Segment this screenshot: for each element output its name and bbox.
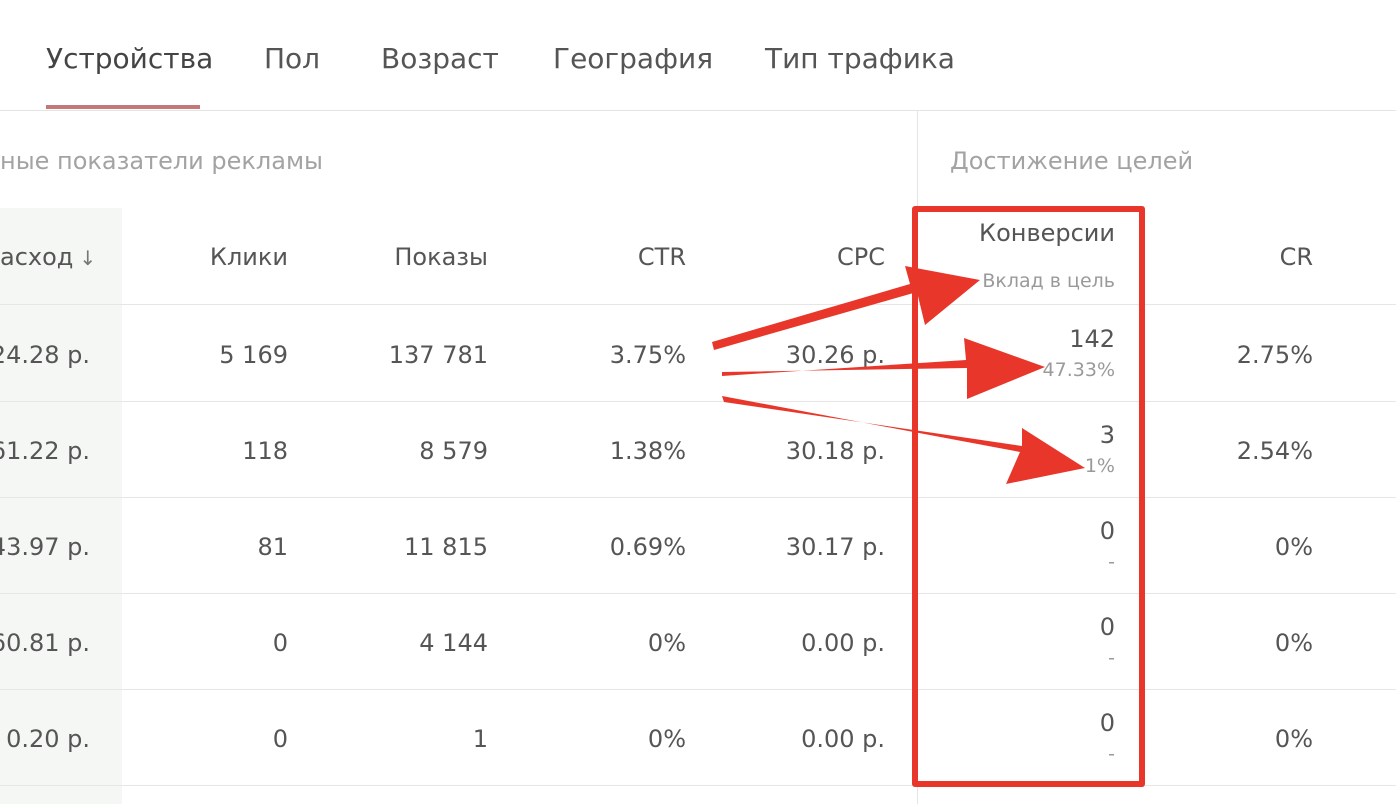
tab-geography[interactable]: География — [553, 42, 713, 75]
group-goals: Достижение целей — [950, 147, 1194, 175]
row-separator — [0, 401, 1396, 402]
row-separator — [0, 497, 1396, 498]
header-separator — [0, 304, 1396, 305]
tab-age[interactable]: Возраст — [381, 42, 499, 75]
column-header-cpc[interactable]: CPC — [837, 243, 885, 271]
column-header-clicks[interactable]: Клики — [210, 243, 288, 271]
column-header-spend[interactable]: асход ↓ — [0, 243, 96, 271]
cell-spend: 0.20 р. — [6, 725, 90, 753]
analytics-table-page: Устройства Пол Возраст География Тип тра… — [0, 0, 1396, 804]
cell-ctr: 1.38% — [609, 437, 686, 465]
row-separator — [0, 593, 1396, 594]
tab-gender[interactable]: Пол — [264, 42, 320, 75]
column-header-spend-label: асход — [0, 243, 74, 271]
column-header-cr[interactable]: CR — [1280, 243, 1313, 271]
cell-cpc: 30.18 р. — [785, 437, 885, 465]
cell-clicks: 5 169 — [219, 341, 288, 369]
sorted-column-background — [0, 208, 122, 804]
cell-spend: 43.97 р. — [0, 533, 90, 561]
cell-cr: 0% — [1274, 725, 1313, 753]
cell-impressions: 8 579 — [419, 437, 488, 465]
cell-impressions: 4 144 — [419, 629, 488, 657]
column-header-impressions[interactable]: Показы — [394, 243, 488, 271]
tab-devices[interactable]: Устройства — [46, 42, 213, 75]
cell-cr: 0% — [1274, 629, 1313, 657]
cell-clicks: 0 — [272, 725, 288, 753]
group-ad-metrics: ные показатели рекламы — [0, 147, 323, 175]
cell-cpc: 0.00 р. — [801, 725, 885, 753]
active-tab-indicator — [46, 105, 200, 109]
cell-ctr: 0.69% — [609, 533, 686, 561]
row-separator — [0, 785, 1396, 786]
cell-cpc: 0.00 р. — [801, 629, 885, 657]
cell-clicks: 81 — [257, 533, 288, 561]
cell-impressions: 11 815 — [404, 533, 488, 561]
cell-cpc: 30.17 р. — [785, 533, 885, 561]
cell-spend: 24.28 р. — [0, 341, 90, 369]
cell-clicks: 118 — [242, 437, 288, 465]
annotation-arrows — [712, 266, 1085, 484]
column-header-ctr[interactable]: CTR — [638, 243, 686, 271]
cell-cpc: 30.26 р. — [785, 341, 885, 369]
arrow-down-icon: ↓ — [79, 246, 97, 270]
cell-impressions: 1 — [472, 725, 488, 753]
cell-cr: 2.75% — [1236, 341, 1313, 369]
segment-tabs: Устройства Пол Возраст География Тип тра… — [0, 0, 1396, 111]
cell-ctr: 3.75% — [609, 341, 686, 369]
cell-ctr: 0% — [647, 629, 686, 657]
cell-impressions: 137 781 — [388, 341, 488, 369]
cell-ctr: 0% — [647, 725, 686, 753]
cell-clicks: 0 — [272, 629, 288, 657]
cell-cr: 0% — [1274, 533, 1313, 561]
tab-traffic-type[interactable]: Тип трафика — [765, 42, 955, 75]
cell-spend: 61.22 р. — [0, 437, 90, 465]
cell-spend: 60.81 р. — [0, 629, 90, 657]
row-separator — [0, 689, 1396, 690]
cell-cr: 2.54% — [1236, 437, 1313, 465]
conversions-highlight-box — [912, 206, 1145, 787]
